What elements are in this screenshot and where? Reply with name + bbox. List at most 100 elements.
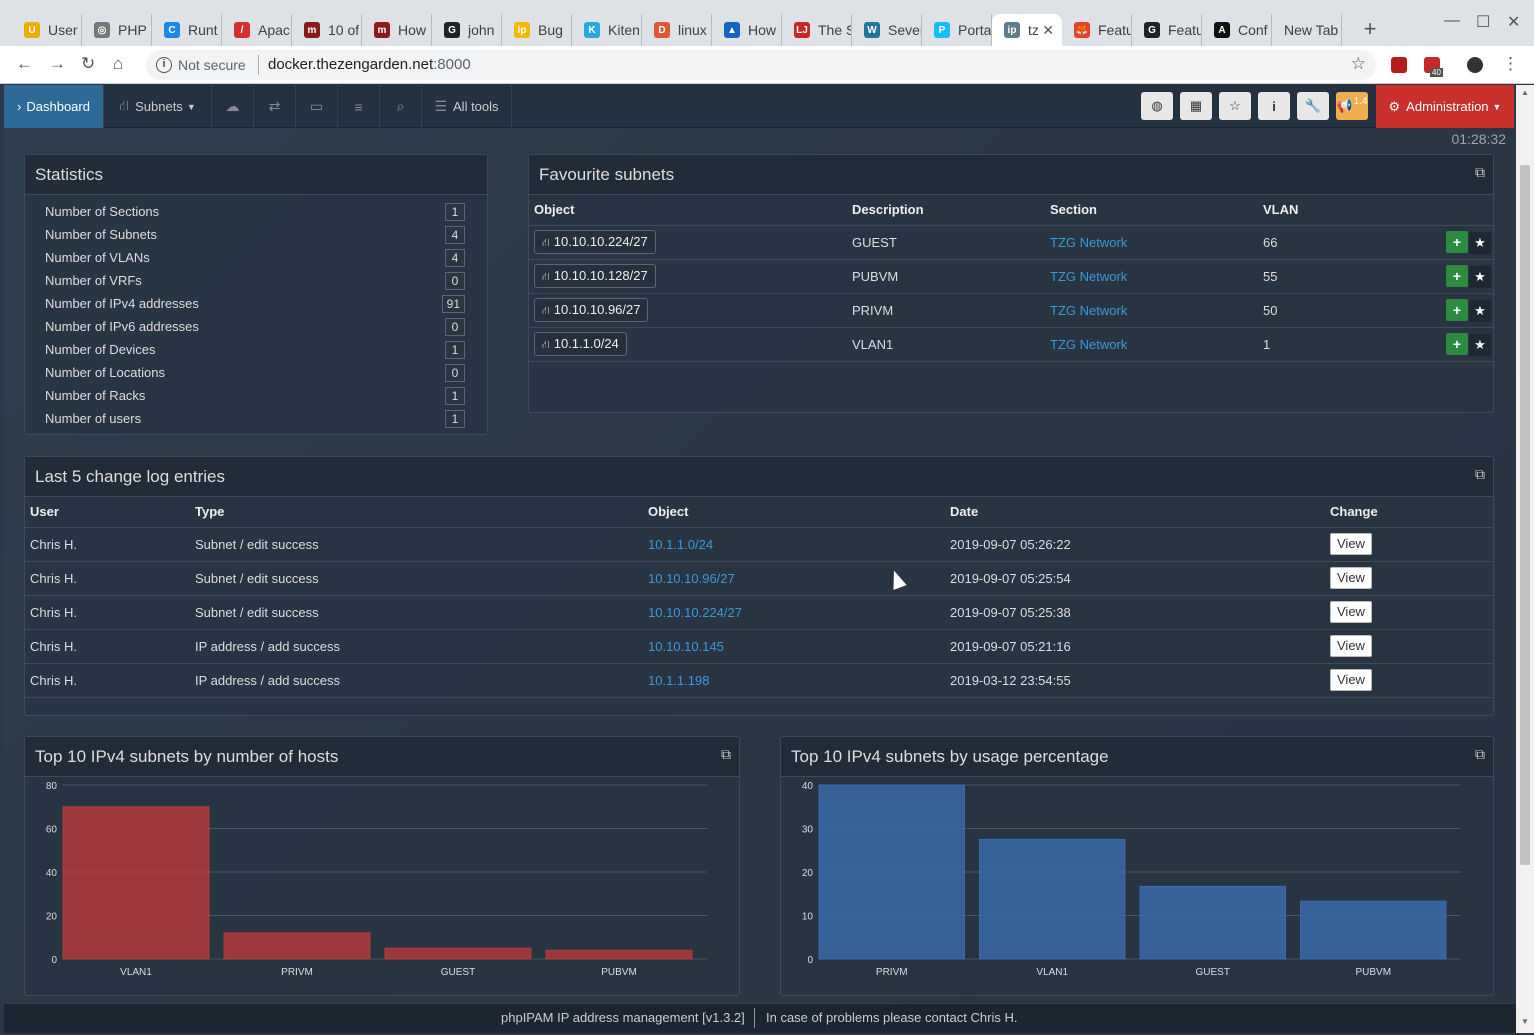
- tab-title: New Tab: [1284, 22, 1339, 38]
- tab-title: User: [48, 22, 78, 38]
- section-link[interactable]: TZG Network: [1050, 337, 1127, 352]
- nav-subnets[interactable]: ⛙ Subnets ▼: [104, 85, 212, 128]
- caret-down-icon: ▼: [1492, 101, 1502, 112]
- browser-tab[interactable]: A Conf: [1202, 14, 1272, 46]
- browser-tab[interactable]: m 10 of: [292, 14, 362, 46]
- browser-tab[interactable]: ▲ How: [712, 14, 782, 46]
- section-link[interactable]: TZG Network: [1050, 235, 1127, 250]
- update-button[interactable]: 📢 1.4: [1336, 92, 1368, 120]
- nav-search[interactable]: ⌕: [380, 85, 422, 128]
- star-icon[interactable]: ★: [1469, 265, 1491, 288]
- add-icon[interactable]: +: [1446, 264, 1468, 287]
- object-link[interactable]: 10.1.1.0/24: [648, 537, 713, 552]
- object-link[interactable]: 10.1.1.198: [648, 673, 709, 688]
- add-icon[interactable]: +: [1446, 230, 1468, 253]
- view-button[interactable]: View: [1330, 601, 1372, 623]
- browser-tab[interactable]: / Apac: [222, 14, 292, 46]
- y-tick-label: 0: [51, 955, 57, 966]
- browser-tab[interactable]: Gjohn: [432, 14, 502, 46]
- add-icon[interactable]: +: [1446, 332, 1468, 355]
- subnet-button[interactable]: ⛙ 10.1.1.0/24: [534, 332, 627, 356]
- ublock-icon[interactable]: [1391, 57, 1407, 73]
- view-button[interactable]: View: [1330, 669, 1372, 691]
- grid-icon: ▦: [1189, 98, 1203, 113]
- minimize-icon[interactable]: —: [1444, 12, 1460, 30]
- nav-vlan[interactable]: ☁: [212, 85, 254, 128]
- dashboard-button[interactable]: ◍: [1141, 92, 1173, 120]
- profile-avatar[interactable]: [1467, 57, 1483, 73]
- subnet-label: 10.10.10.224/27: [553, 234, 648, 249]
- user-cell: Chris H.: [25, 629, 190, 664]
- date-cell: 2019-09-07 05:25:38: [945, 595, 1325, 630]
- forward-icon[interactable]: →: [49, 54, 66, 74]
- browser-tab[interactable]: P Porta: [922, 14, 992, 46]
- star-icon: ☆: [1229, 98, 1241, 113]
- back-icon[interactable]: ←: [16, 54, 33, 74]
- favourites-button[interactable]: ☆: [1219, 92, 1251, 120]
- browser-tab[interactable]: m How: [362, 14, 432, 46]
- browser-tab[interactable]: New Tab: [1272, 14, 1342, 46]
- object-link[interactable]: 10.10.10.96/27: [648, 571, 735, 586]
- new-tab-button[interactable]: +: [1358, 18, 1382, 42]
- browser-tab[interactable]: 🦊 Featu: [1062, 14, 1132, 46]
- nav-devices[interactable]: ▭: [296, 85, 338, 128]
- browser-tab[interactable]: W Sever: [852, 14, 922, 46]
- browser-tab[interactable]: C Runt: [152, 14, 222, 46]
- browser-tab[interactable]: G Featu: [1132, 14, 1202, 46]
- nav-dashboard[interactable]: › Dashboard: [4, 85, 104, 128]
- menu-dots-icon[interactable]: ⋮: [1502, 54, 1519, 74]
- address-bar[interactable]: i Not secure docker.thezengarden.net:800…: [146, 50, 1376, 80]
- subnet-button[interactable]: ⛙ 10.10.10.128/27: [534, 264, 656, 288]
- browser-tab[interactable]: K Kiten: [572, 14, 642, 46]
- scrollbar-thumb[interactable]: [1520, 165, 1530, 865]
- list-icon: ☰: [434, 98, 448, 114]
- nav-administration[interactable]: ⚙ Administration ▼: [1376, 85, 1514, 128]
- statistic-row: Number of users 1: [25, 407, 487, 430]
- home-icon[interactable]: ⌂: [113, 54, 123, 74]
- object-link[interactable]: 10.10.10.224/27: [648, 605, 742, 620]
- subnet-button[interactable]: ⛙ 10.10.10.224/27: [534, 230, 656, 254]
- browser-tab[interactable]: ◎ PHP: [82, 14, 152, 46]
- browser-tab[interactable]: LJ The S: [782, 14, 852, 46]
- nav-vrf[interactable]: ⇄: [254, 85, 296, 128]
- scroll-down-icon[interactable]: ▼: [1521, 1017, 1529, 1026]
- admin-tools-button[interactable]: 🔧: [1297, 92, 1329, 120]
- scroll-up-icon[interactable]: ▲: [1521, 88, 1529, 97]
- subnet-button[interactable]: ⛙ 10.10.10.96/27: [534, 298, 649, 322]
- security-label: Not secure: [178, 57, 246, 73]
- close-window-icon[interactable]: ✕: [1507, 12, 1520, 32]
- maximize-icon[interactable]: ☐: [1476, 12, 1490, 32]
- view-button[interactable]: View: [1330, 635, 1372, 657]
- section-link[interactable]: TZG Network: [1050, 269, 1127, 284]
- star-icon[interactable]: ★: [1469, 333, 1491, 356]
- info-icon[interactable]: i: [156, 57, 172, 73]
- add-icon[interactable]: +: [1446, 298, 1468, 321]
- external-link-icon[interactable]: ⧉: [1475, 746, 1485, 763]
- column-header: User: [25, 497, 190, 528]
- external-link-icon[interactable]: ⧉: [1475, 164, 1485, 181]
- nav-all-tools[interactable]: ☰ All tools: [422, 85, 512, 128]
- browser-tab[interactable]: Dlinux: [642, 14, 712, 46]
- browser-tab[interactable]: U User: [12, 14, 82, 46]
- close-tab-icon[interactable]: ✕: [1042, 22, 1054, 39]
- browser-tab[interactable]: lp Bug: [502, 14, 572, 46]
- star-icon[interactable]: ★: [1469, 231, 1491, 254]
- object-link[interactable]: 10.10.10.145: [648, 639, 724, 654]
- table-row: Chris H. Subnet / edit success 10.1.1.0/24…: [25, 527, 1493, 562]
- tools-button[interactable]: ▦: [1180, 92, 1212, 120]
- info-button[interactable]: i: [1258, 92, 1290, 120]
- section-link[interactable]: TZG Network: [1050, 303, 1127, 318]
- column-header: Section: [1045, 195, 1258, 226]
- star-icon[interactable]: ★: [1469, 299, 1491, 322]
- external-link-icon[interactable]: ⧉: [1475, 466, 1485, 483]
- view-button[interactable]: View: [1330, 567, 1372, 589]
- nav-list[interactable]: ≡: [338, 85, 380, 128]
- external-link-icon[interactable]: ⧉: [721, 746, 731, 763]
- nav-dashboard-label: Dashboard: [26, 99, 90, 114]
- bookmark-star-icon[interactable]: ☆: [1351, 54, 1366, 74]
- url-text[interactable]: docker.thezengarden.net:8000: [268, 56, 471, 73]
- reload-icon[interactable]: ↻: [81, 54, 95, 74]
- browser-tab[interactable]: ip tz ✕: [992, 14, 1062, 46]
- view-button[interactable]: View: [1330, 533, 1372, 555]
- scrollbar[interactable]: ▲ ▼: [1516, 85, 1534, 1033]
